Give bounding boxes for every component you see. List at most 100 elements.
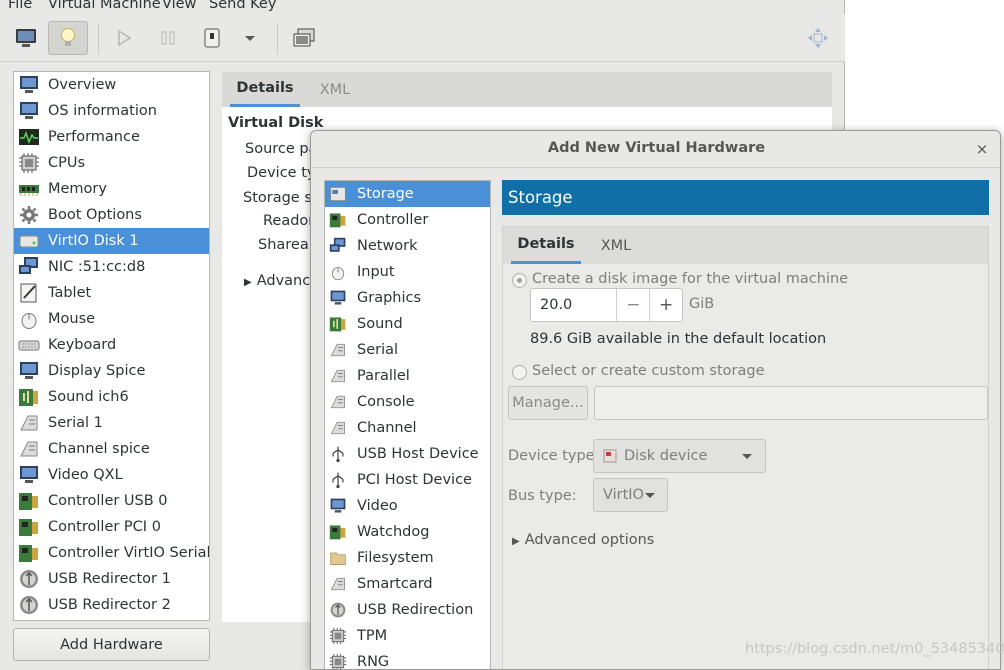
sidebar-item-label: OS information bbox=[48, 103, 157, 119]
power-icon bbox=[204, 28, 220, 48]
shutdown-button[interactable] bbox=[192, 21, 232, 55]
tab-storage-details[interactable]: Details bbox=[511, 227, 581, 264]
tab-xml[interactable]: XML bbox=[312, 72, 358, 107]
usb-icon bbox=[18, 568, 40, 590]
sidebar-item[interactable]: CPUs bbox=[14, 150, 209, 176]
menu-view[interactable]: View bbox=[162, 0, 196, 12]
console-view-button[interactable] bbox=[6, 21, 46, 55]
sidebar-item[interactable]: Keyboard bbox=[14, 332, 209, 358]
mouse-icon bbox=[329, 263, 347, 281]
sidebar-item[interactable]: OS information bbox=[14, 98, 209, 124]
sidebar-item[interactable]: Memory bbox=[14, 176, 209, 202]
section-title: Virtual Disk bbox=[228, 115, 324, 131]
sidebar-item[interactable]: USB Redirector 2 bbox=[14, 592, 209, 618]
sidebar-item[interactable]: NIC :51:cc:d8 bbox=[14, 254, 209, 280]
custom-storage-label: Select or create custom storage bbox=[532, 363, 765, 379]
hardware-type-label: Video bbox=[357, 498, 398, 514]
lightbulb-icon bbox=[61, 28, 75, 46]
hardware-type-item[interactable]: Parallel bbox=[325, 363, 490, 389]
sidebar-item[interactable]: VirtIO Disk 1 bbox=[14, 228, 209, 254]
hardware-type-label: PCI Host Device bbox=[357, 472, 472, 488]
cpu-icon bbox=[329, 627, 347, 645]
create-disk-radio[interactable] bbox=[512, 273, 527, 288]
hardware-type-item[interactable]: RNG bbox=[325, 649, 490, 669]
add-hardware-button[interactable]: Add Hardware bbox=[13, 628, 210, 661]
hardware-type-label: Channel bbox=[357, 420, 417, 436]
hardware-type-label: Network bbox=[357, 238, 418, 254]
hardware-type-item[interactable]: Watchdog bbox=[325, 519, 490, 545]
tab-storage-xml[interactable]: XML bbox=[593, 227, 639, 264]
hardware-type-label: Smartcard bbox=[357, 576, 433, 592]
pause-icon bbox=[161, 31, 175, 45]
shutdown-menu-button[interactable] bbox=[230, 21, 270, 55]
hardware-type-item[interactable]: Network bbox=[325, 233, 490, 259]
custom-storage-radio[interactable] bbox=[512, 365, 527, 380]
tab-details[interactable]: Details bbox=[230, 72, 300, 107]
usb-icon bbox=[329, 601, 347, 619]
sidebar-item-label: Overview bbox=[48, 77, 117, 93]
sidebar-item[interactable]: Overview bbox=[14, 72, 209, 98]
sidebar-item-label: Tablet bbox=[48, 285, 92, 301]
sidebar-item[interactable]: Display Spice bbox=[14, 358, 209, 384]
sidebar-item-label: Controller PCI 0 bbox=[48, 519, 161, 535]
sidebar-item[interactable]: Sound ich6 bbox=[14, 384, 209, 410]
fullscreen-icon bbox=[808, 28, 828, 48]
hardware-type-item[interactable]: Console bbox=[325, 389, 490, 415]
gear-icon bbox=[18, 204, 40, 226]
sidebar-item[interactable]: Channel spice bbox=[14, 436, 209, 462]
hardware-type-item[interactable]: PCI Host Device bbox=[325, 467, 490, 493]
controller-icon bbox=[329, 523, 347, 541]
hardware-device-list: Overview OS information Performance CPUs Mem… bbox=[13, 71, 210, 621]
sidebar-item-label: Keyboard bbox=[48, 337, 117, 353]
device-type-select[interactable]: Disk device bbox=[593, 439, 766, 473]
sidebar-item[interactable]: Video QXL bbox=[14, 462, 209, 488]
menu-file[interactable]: File bbox=[8, 0, 32, 12]
sidebar-item-label: Display Spice bbox=[48, 363, 146, 379]
hardware-type-item[interactable]: Video bbox=[325, 493, 490, 519]
sidebar-item[interactable]: Performance bbox=[14, 124, 209, 150]
sidebar-item[interactable]: Controller PCI 0 bbox=[14, 514, 209, 540]
monitor-icon bbox=[329, 289, 347, 307]
hardware-type-item[interactable]: Channel bbox=[325, 415, 490, 441]
menu-virtual-machine[interactable]: Virtual Machine bbox=[48, 0, 161, 12]
hardware-type-item[interactable]: USB Host Device bbox=[325, 441, 490, 467]
decrease-size-button[interactable]: − bbox=[617, 295, 649, 315]
pause-button[interactable] bbox=[148, 21, 188, 55]
hardware-type-item[interactable]: USB Redirection bbox=[325, 597, 490, 623]
run-button[interactable] bbox=[104, 21, 144, 55]
sidebar-item[interactable]: Serial 1 bbox=[14, 410, 209, 436]
hardware-type-item[interactable]: Storage bbox=[325, 181, 490, 207]
hardware-type-item[interactable]: Sound bbox=[325, 311, 490, 337]
advanced-expander[interactable]: ▶ Advance bbox=[244, 273, 319, 289]
sidebar-item[interactable]: USB Redirector 1 bbox=[14, 566, 209, 592]
hardware-type-item[interactable]: Serial bbox=[325, 337, 490, 363]
hardware-type-item[interactable]: Input bbox=[325, 259, 490, 285]
hardware-type-item[interactable]: Graphics bbox=[325, 285, 490, 311]
sidebar-item[interactable]: Controller USB 0 bbox=[14, 488, 209, 514]
storage-form: Create a disk image for the virtual mach… bbox=[503, 264, 988, 669]
sidebar-item[interactable]: Controller VirtIO Serial 0 bbox=[14, 540, 209, 566]
manage-button[interactable]: Manage... bbox=[508, 386, 588, 420]
disk-size-input[interactable]: 20.0 bbox=[531, 297, 616, 313]
serial-icon bbox=[329, 575, 347, 593]
hardware-type-item[interactable]: Controller bbox=[325, 207, 490, 233]
sidebar-item[interactable]: Mouse bbox=[14, 306, 209, 332]
monitor-icon bbox=[18, 74, 40, 96]
hardware-type-item[interactable]: Filesystem bbox=[325, 545, 490, 571]
hardware-type-item[interactable]: Smartcard bbox=[325, 571, 490, 597]
increase-size-button[interactable]: + bbox=[650, 295, 682, 315]
hardware-type-label: Serial bbox=[357, 342, 399, 358]
storage-path-input[interactable] bbox=[594, 386, 988, 420]
details-view-button[interactable] bbox=[48, 21, 88, 55]
bus-type-select[interactable]: VirtIO bbox=[593, 478, 668, 512]
hardware-type-item[interactable]: TPM bbox=[325, 623, 490, 649]
advanced-options-expander[interactable]: ▶ Advanced options bbox=[512, 532, 654, 548]
sidebar-item[interactable]: Boot Options bbox=[14, 202, 209, 228]
close-button[interactable]: × bbox=[972, 139, 992, 159]
add-hardware-dialog: Add New Virtual Hardware × Storage Contro… bbox=[310, 130, 1001, 670]
snapshots-button[interactable] bbox=[284, 21, 324, 55]
fullscreen-button[interactable] bbox=[798, 21, 838, 55]
tablet-icon bbox=[18, 282, 40, 304]
sidebar-item[interactable]: Tablet bbox=[14, 280, 209, 306]
menu-send-key[interactable]: Send Key bbox=[209, 0, 276, 12]
